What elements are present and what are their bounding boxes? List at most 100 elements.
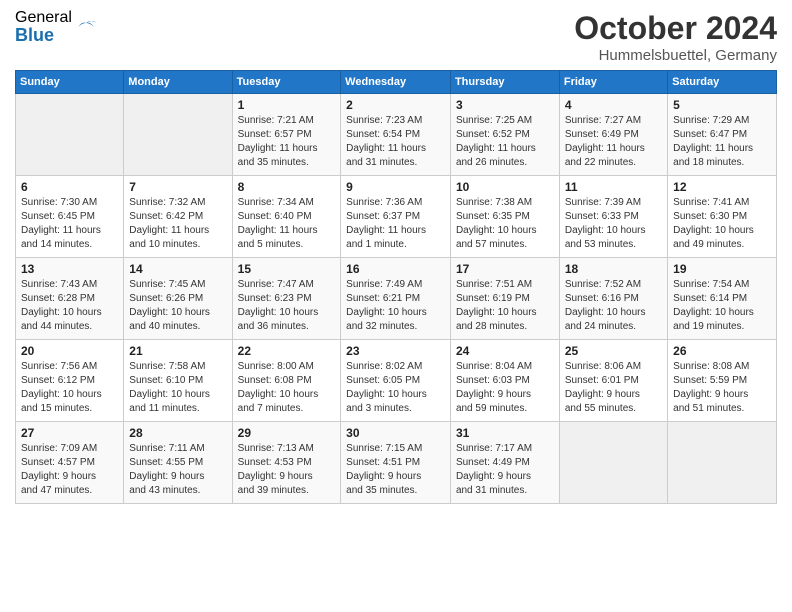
table-row: 8 Sunrise: 7:34 AM Sunset: 6:40 PM Daylig…: [232, 176, 341, 258]
table-row: [16, 94, 124, 176]
header-thursday: Thursday: [450, 71, 559, 94]
day-number: 24: [456, 344, 554, 358]
table-row: 21Sunrise: 7:58 AM Sunset: 6:10 PM Dayli…: [124, 340, 232, 422]
day-info: Sunrise: 7:11 AM Sunset: 4:55 PM Dayligh…: [129, 442, 226, 498]
logo-icon: [74, 15, 98, 39]
logo-general: General: [15, 10, 72, 26]
day-number: 1: [238, 98, 336, 112]
day-info: Sunrise: 8:08 AM Sunset: 5:59 PM Dayligh…: [673, 360, 771, 416]
table-row: 22Sunrise: 8:00 AM Sunset: 6:08 PM Dayli…: [232, 340, 341, 422]
calendar-week-row: 6 Sunrise: 7:30 AM Sunset: 6:45 PM Daylig…: [16, 176, 777, 258]
table-row: 28 Sunrise: 7:11 AM Sunset: 4:55 PM Dayli…: [124, 422, 232, 504]
day-info: Sunrise: 7:30 AM Sunset: 6:45 PM Dayligh…: [21, 196, 118, 252]
header-friday: Friday: [559, 71, 667, 94]
table-row: 1 Sunrise: 7:21 AM Sunset: 6:57 PM Daylig…: [232, 94, 341, 176]
calendar-week-row: 13 Sunrise: 7:43 AM Sunset: 6:28 PM Dayli…: [16, 258, 777, 340]
day-number: 8: [238, 180, 336, 194]
table-row: 11Sunrise: 7:39 AM Sunset: 6:33 PM Dayli…: [559, 176, 667, 258]
table-row: 31Sunrise: 7:17 AM Sunset: 4:49 PM Dayli…: [450, 422, 559, 504]
page: General Blue October 2024 Hummelsbuettel…: [0, 0, 792, 612]
table-row: 26 Sunrise: 8:08 AM Sunset: 5:59 PM Dayli…: [668, 340, 777, 422]
header-wednesday: Wednesday: [341, 71, 451, 94]
calendar-header-row: Sunday Monday Tuesday Wednesday Thursday…: [16, 71, 777, 94]
table-row: 18Sunrise: 7:52 AM Sunset: 6:16 PM Dayli…: [559, 258, 667, 340]
day-number: 29: [238, 426, 336, 440]
day-number: 26: [673, 344, 771, 358]
day-info: Sunrise: 7:51 AM Sunset: 6:19 PM Dayligh…: [456, 278, 554, 334]
day-number: 19: [673, 262, 771, 276]
table-row: 15Sunrise: 7:47 AM Sunset: 6:23 PM Dayli…: [232, 258, 341, 340]
calendar-week-row: 27 Sunrise: 7:09 AM Sunset: 4:57 PM Dayli…: [16, 422, 777, 504]
day-info: Sunrise: 7:23 AM Sunset: 6:54 PM Dayligh…: [346, 114, 445, 170]
table-row: 14 Sunrise: 7:45 AM Sunset: 6:26 PM Dayli…: [124, 258, 232, 340]
day-info: Sunrise: 7:36 AM Sunset: 6:37 PM Dayligh…: [346, 196, 445, 252]
day-number: 6: [21, 180, 118, 194]
calendar: Sunday Monday Tuesday Wednesday Thursday…: [15, 70, 777, 504]
day-number: 27: [21, 426, 118, 440]
table-row: 9 Sunrise: 7:36 AM Sunset: 6:37 PM Daylig…: [341, 176, 451, 258]
day-info: Sunrise: 7:56 AM Sunset: 6:12 PM Dayligh…: [21, 360, 118, 416]
table-row: 27 Sunrise: 7:09 AM Sunset: 4:57 PM Dayli…: [16, 422, 124, 504]
table-row: [668, 422, 777, 504]
logo-blue: Blue: [15, 26, 72, 44]
header-tuesday: Tuesday: [232, 71, 341, 94]
day-info: Sunrise: 7:25 AM Sunset: 6:52 PM Dayligh…: [456, 114, 554, 170]
day-number: 28: [129, 426, 226, 440]
title-block: October 2024 Hummelsbuettel, Germany: [574, 10, 777, 64]
day-number: 18: [565, 262, 662, 276]
day-info: Sunrise: 7:43 AM Sunset: 6:28 PM Dayligh…: [21, 278, 118, 334]
day-number: 11: [565, 180, 662, 194]
day-number: 7: [129, 180, 226, 194]
table-row: 20 Sunrise: 7:56 AM Sunset: 6:12 PM Dayli…: [16, 340, 124, 422]
subtitle: Hummelsbuettel, Germany: [574, 47, 777, 64]
day-number: 4: [565, 98, 662, 112]
table-row: 6 Sunrise: 7:30 AM Sunset: 6:45 PM Daylig…: [16, 176, 124, 258]
day-info: Sunrise: 7:47 AM Sunset: 6:23 PM Dayligh…: [238, 278, 336, 334]
day-number: 14: [129, 262, 226, 276]
table-row: 10Sunrise: 7:38 AM Sunset: 6:35 PM Dayli…: [450, 176, 559, 258]
day-number: 12: [673, 180, 771, 194]
table-row: 24 Sunrise: 8:04 AM Sunset: 6:03 PM Dayli…: [450, 340, 559, 422]
calendar-week-row: 20 Sunrise: 7:56 AM Sunset: 6:12 PM Dayli…: [16, 340, 777, 422]
header: General Blue October 2024 Hummelsbuettel…: [15, 10, 777, 64]
day-number: 5: [673, 98, 771, 112]
main-title: October 2024: [574, 10, 777, 47]
table-row: 16 Sunrise: 7:49 AM Sunset: 6:21 PM Dayli…: [341, 258, 451, 340]
day-info: Sunrise: 7:41 AM Sunset: 6:30 PM Dayligh…: [673, 196, 771, 252]
day-info: Sunrise: 7:54 AM Sunset: 6:14 PM Dayligh…: [673, 278, 771, 334]
day-info: Sunrise: 7:27 AM Sunset: 6:49 PM Dayligh…: [565, 114, 662, 170]
day-info: Sunrise: 7:45 AM Sunset: 6:26 PM Dayligh…: [129, 278, 226, 334]
day-info: Sunrise: 7:17 AM Sunset: 4:49 PM Dayligh…: [456, 442, 554, 498]
header-sunday: Sunday: [16, 71, 124, 94]
table-row: 5 Sunrise: 7:29 AM Sunset: 6:47 PM Daylig…: [668, 94, 777, 176]
day-number: 20: [21, 344, 118, 358]
table-row: 25 Sunrise: 8:06 AM Sunset: 6:01 PM Dayli…: [559, 340, 667, 422]
day-number: 25: [565, 344, 662, 358]
day-number: 16: [346, 262, 445, 276]
day-number: 13: [21, 262, 118, 276]
day-number: 30: [346, 426, 445, 440]
table-row: 17 Sunrise: 7:51 AM Sunset: 6:19 PM Dayli…: [450, 258, 559, 340]
day-info: Sunrise: 7:09 AM Sunset: 4:57 PM Dayligh…: [21, 442, 118, 498]
day-info: Sunrise: 8:04 AM Sunset: 6:03 PM Dayligh…: [456, 360, 554, 416]
day-number: 23: [346, 344, 445, 358]
day-info: Sunrise: 7:38 AM Sunset: 6:35 PM Dayligh…: [456, 196, 554, 252]
day-number: 22: [238, 344, 336, 358]
day-info: Sunrise: 8:02 AM Sunset: 6:05 PM Dayligh…: [346, 360, 445, 416]
day-info: Sunrise: 7:15 AM Sunset: 4:51 PM Dayligh…: [346, 442, 445, 498]
day-number: 9: [346, 180, 445, 194]
day-info: Sunrise: 7:34 AM Sunset: 6:40 PM Dayligh…: [238, 196, 336, 252]
table-row: 3Sunrise: 7:25 AM Sunset: 6:52 PM Daylig…: [450, 94, 559, 176]
day-info: Sunrise: 7:29 AM Sunset: 6:47 PM Dayligh…: [673, 114, 771, 170]
calendar-week-row: 1 Sunrise: 7:21 AM Sunset: 6:57 PM Daylig…: [16, 94, 777, 176]
day-info: Sunrise: 7:58 AM Sunset: 6:10 PM Dayligh…: [129, 360, 226, 416]
header-saturday: Saturday: [668, 71, 777, 94]
day-info: Sunrise: 7:21 AM Sunset: 6:57 PM Dayligh…: [238, 114, 336, 170]
day-info: Sunrise: 8:06 AM Sunset: 6:01 PM Dayligh…: [565, 360, 662, 416]
table-row: 29Sunrise: 7:13 AM Sunset: 4:53 PM Dayli…: [232, 422, 341, 504]
day-number: 17: [456, 262, 554, 276]
table-row: 4 Sunrise: 7:27 AM Sunset: 6:49 PM Daylig…: [559, 94, 667, 176]
day-info: Sunrise: 7:32 AM Sunset: 6:42 PM Dayligh…: [129, 196, 226, 252]
day-info: Sunrise: 7:49 AM Sunset: 6:21 PM Dayligh…: [346, 278, 445, 334]
table-row: 19 Sunrise: 7:54 AM Sunset: 6:14 PM Dayli…: [668, 258, 777, 340]
